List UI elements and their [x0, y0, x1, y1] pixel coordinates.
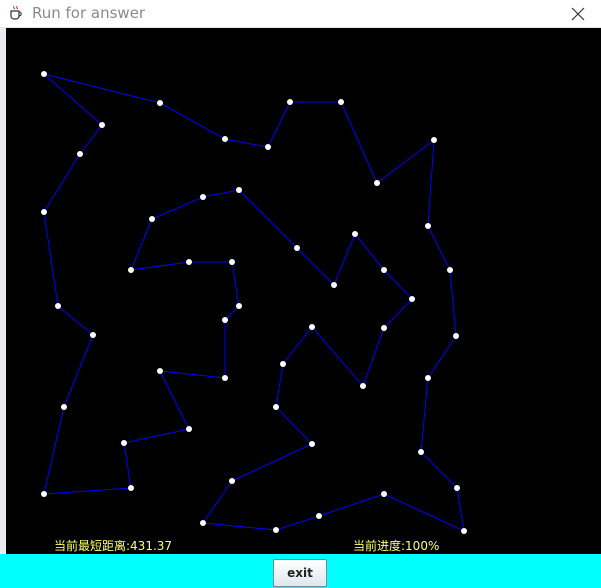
- city-node: [41, 209, 47, 215]
- java-cup-icon: [10, 5, 22, 20]
- city-node: [77, 151, 83, 157]
- city-node: [222, 375, 228, 381]
- title-bar: Run for answer: [0, 0, 601, 28]
- city-node: [447, 267, 453, 273]
- city-node: [186, 259, 192, 265]
- city-node: [200, 520, 206, 526]
- city-node: [454, 485, 460, 491]
- city-node: [280, 361, 286, 367]
- city-node: [287, 99, 293, 105]
- city-node: [157, 100, 163, 106]
- city-node: [229, 259, 235, 265]
- progress-label: 当前进度:100%: [353, 539, 440, 553]
- shortest-distance-label: 当前最短距离:431.37: [54, 539, 173, 553]
- city-node: [352, 231, 358, 237]
- city-node: [409, 296, 415, 302]
- city-node: [149, 216, 155, 222]
- city-node: [265, 144, 271, 150]
- bottom-bar: exit: [0, 554, 601, 588]
- city-node: [157, 368, 163, 374]
- city-node: [222, 317, 228, 323]
- close-button[interactable]: [555, 0, 601, 27]
- city-node: [186, 426, 192, 432]
- city-node: [374, 180, 380, 186]
- city-node: [461, 528, 467, 534]
- city-node: [381, 267, 387, 273]
- tour-nodes: [41, 71, 467, 534]
- city-node: [309, 324, 315, 330]
- city-node: [294, 245, 300, 251]
- city-node: [55, 303, 61, 309]
- tour-canvas: 当前最短距离:431.37 当前进度:100%: [6, 28, 601, 554]
- city-node: [381, 491, 387, 497]
- city-node: [425, 223, 431, 229]
- tour-path: [43, 73, 465, 532]
- city-node: [309, 441, 315, 447]
- city-node: [431, 137, 437, 143]
- tour-plot: [41, 71, 467, 534]
- city-node: [236, 303, 242, 309]
- window-title: Run for answer: [32, 4, 146, 22]
- city-node: [273, 404, 279, 410]
- city-node: [425, 375, 431, 381]
- city-node: [273, 527, 279, 533]
- city-node: [418, 449, 424, 455]
- city-node: [90, 332, 96, 338]
- city-node: [316, 513, 322, 519]
- city-node: [128, 267, 134, 273]
- city-node: [222, 136, 228, 142]
- exit-button[interactable]: exit: [273, 559, 327, 587]
- city-node: [121, 440, 127, 446]
- city-node: [381, 325, 387, 331]
- city-node: [61, 404, 67, 410]
- city-node: [453, 333, 459, 339]
- city-node: [41, 71, 47, 77]
- city-node: [236, 187, 242, 193]
- city-node: [41, 491, 47, 497]
- city-node: [128, 485, 134, 491]
- city-node: [360, 383, 366, 389]
- city-node: [331, 282, 337, 288]
- city-node: [338, 99, 344, 105]
- city-node: [229, 478, 235, 484]
- city-node: [200, 194, 206, 200]
- city-node: [99, 122, 105, 128]
- close-icon: [571, 7, 585, 20]
